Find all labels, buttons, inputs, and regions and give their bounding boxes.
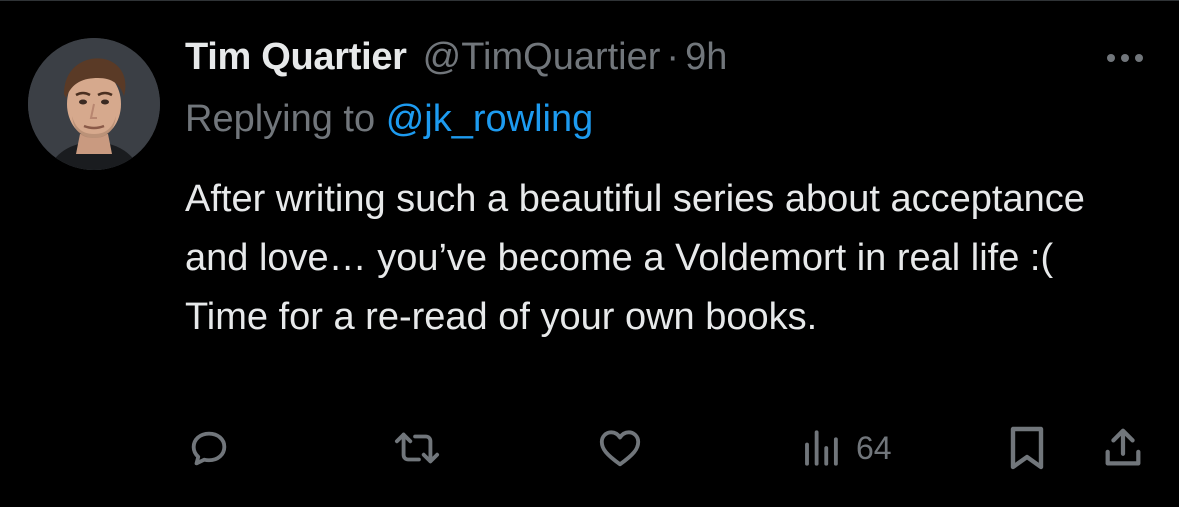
share-button[interactable]	[1100, 420, 1146, 476]
timestamp[interactable]: 9h	[685, 36, 727, 79]
reply-button[interactable]	[186, 420, 232, 476]
replying-to-label: Replying to	[185, 98, 376, 140]
bookmark-button[interactable]	[1006, 420, 1048, 476]
replying-to-line: Replying to @jk_rowling	[185, 98, 593, 141]
retweet-button[interactable]	[392, 420, 442, 476]
action-bar: 64	[0, 420, 1179, 476]
retweet-icon	[392, 425, 442, 471]
heart-icon	[596, 425, 644, 471]
more-horizontal-icon	[1105, 51, 1145, 69]
bookmark-icon	[1006, 424, 1048, 472]
views-button[interactable]: 64	[800, 420, 892, 476]
display-name[interactable]: Tim Quartier	[185, 36, 407, 79]
user-handle[interactable]: @TimQuartier	[423, 36, 661, 79]
separator-dot: ·	[666, 36, 680, 78]
views-count: 64	[856, 429, 892, 466]
like-button[interactable]	[596, 420, 644, 476]
views-icon	[800, 427, 842, 469]
avatar[interactable]	[28, 38, 160, 170]
tweet-header: Tim Quartier @TimQuartier · 9h	[185, 36, 727, 86]
tweet-text: After writing such a beautiful series ab…	[185, 178, 1085, 338]
tweet-card[interactable]: Tim Quartier @TimQuartier · 9h Replying …	[0, 0, 1179, 507]
reply-icon	[186, 425, 232, 471]
divider	[0, 0, 1179, 1]
mention-link[interactable]: @jk_rowling	[386, 98, 594, 140]
more-options-button[interactable]	[1100, 42, 1150, 78]
share-icon	[1100, 424, 1146, 472]
